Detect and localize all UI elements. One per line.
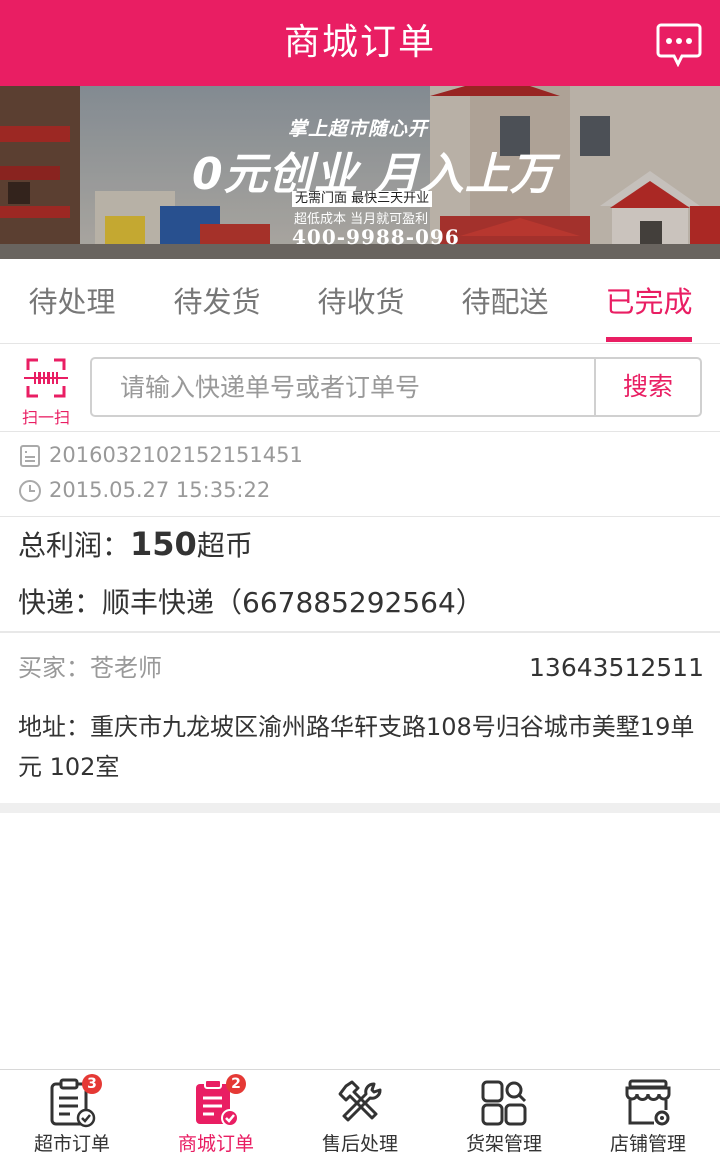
scan-label: 扫一扫 — [21, 408, 70, 427]
app-header: 商城订单 — [0, 0, 720, 86]
grid-search-icon — [481, 1080, 527, 1126]
total-profit: 总利润：150超币 — [18, 521, 253, 567]
banner-text: 掌上超市随心开 0元创业 月入上万 无需门面 最快三天开业 超低成本 当月就可盈… — [0, 86, 720, 259]
nav-shelf-management[interactable]: 货架管理 — [432, 1070, 576, 1164]
search-button[interactable]: 搜索 — [594, 359, 700, 415]
nav-supermarket-orders[interactable]: 3 超市订单 — [0, 1070, 144, 1164]
buyer-address: 地址：重庆市九龙坡区渝州路华轩支路108号归谷城市美墅19单元 102室 — [18, 713, 695, 781]
search-bar: 扫一扫 搜索 — [0, 344, 720, 432]
nav-label: 店铺管理 — [609, 1133, 686, 1155]
tab-pending[interactable]: 待处理 — [12, 259, 132, 344]
order-meta: 2016032102152151451 2015.05.27 15:35:22 — [0, 432, 720, 517]
store-gear-icon — [625, 1079, 671, 1126]
express-info: 快递：顺丰快递（667885292564） — [18, 586, 484, 619]
tab-to-ship[interactable]: 待发货 — [157, 259, 277, 344]
banner-phone: 400-9988-096 — [292, 225, 460, 249]
nav-label: 货架管理 — [465, 1133, 542, 1155]
tab-to-receive[interactable]: 待收货 — [301, 259, 421, 344]
active-tab-indicator — [606, 337, 692, 342]
barcode-scan-icon — [24, 358, 68, 398]
order-status-tabs: 待处理 待发货 待收货 待配送 已完成 — [0, 259, 720, 344]
profit-value: 150 — [130, 525, 197, 563]
order-time: 2015.05.27 15:35:22 — [49, 478, 271, 502]
buyer-name: 买家：苍老师 — [18, 654, 162, 682]
nav-store-management[interactable]: 店铺管理 — [576, 1070, 720, 1164]
divider — [0, 631, 720, 633]
document-icon — [20, 445, 40, 467]
banner-feature-1: 无需门面 最快三天开业 — [292, 191, 433, 207]
card-divider — [0, 803, 720, 813]
clock-icon — [19, 480, 41, 502]
nav-badge: 3 — [82, 1074, 102, 1094]
nav-mall-orders[interactable]: 2 商城订单 — [144, 1070, 288, 1164]
chat-bubble-icon — [656, 23, 702, 68]
tab-to-deliver[interactable]: 待配送 — [445, 259, 565, 344]
wrench-screwdriver-icon — [338, 1080, 382, 1122]
profit-unit: 超币 — [196, 529, 253, 562]
promo-banner[interactable]: 掌上超市随心开 0元创业 月入上万 无需门面 最快三天开业 超低成本 当月就可盈… — [0, 86, 720, 259]
scan-button[interactable]: 扫一扫 — [14, 356, 78, 427]
nav-after-sales[interactable]: 售后处理 — [288, 1070, 432, 1164]
nav-badge: 2 — [226, 1074, 246, 1094]
nav-label: 超市订单 — [33, 1133, 110, 1155]
search-box: 搜索 — [90, 357, 702, 417]
nav-label: 商城订单 — [177, 1133, 254, 1155]
nav-label: 售后处理 — [321, 1133, 398, 1155]
message-button[interactable] — [656, 21, 702, 68]
profit-label: 总利润： — [18, 529, 131, 562]
order-number: 2016032102152151451 — [49, 443, 303, 467]
buyer-phone[interactable]: 13643512511 — [529, 648, 704, 688]
tab-completed[interactable]: 已完成 — [589, 259, 709, 344]
banner-slogan: 掌上超市随心开 — [288, 118, 429, 140]
page-title: 商城订单 — [283, 22, 436, 63]
search-input[interactable] — [92, 359, 594, 415]
bottom-nav: 3 超市订单 2 商城订单 售后处理 货架管理 店铺管理 — [0, 1069, 720, 1164]
